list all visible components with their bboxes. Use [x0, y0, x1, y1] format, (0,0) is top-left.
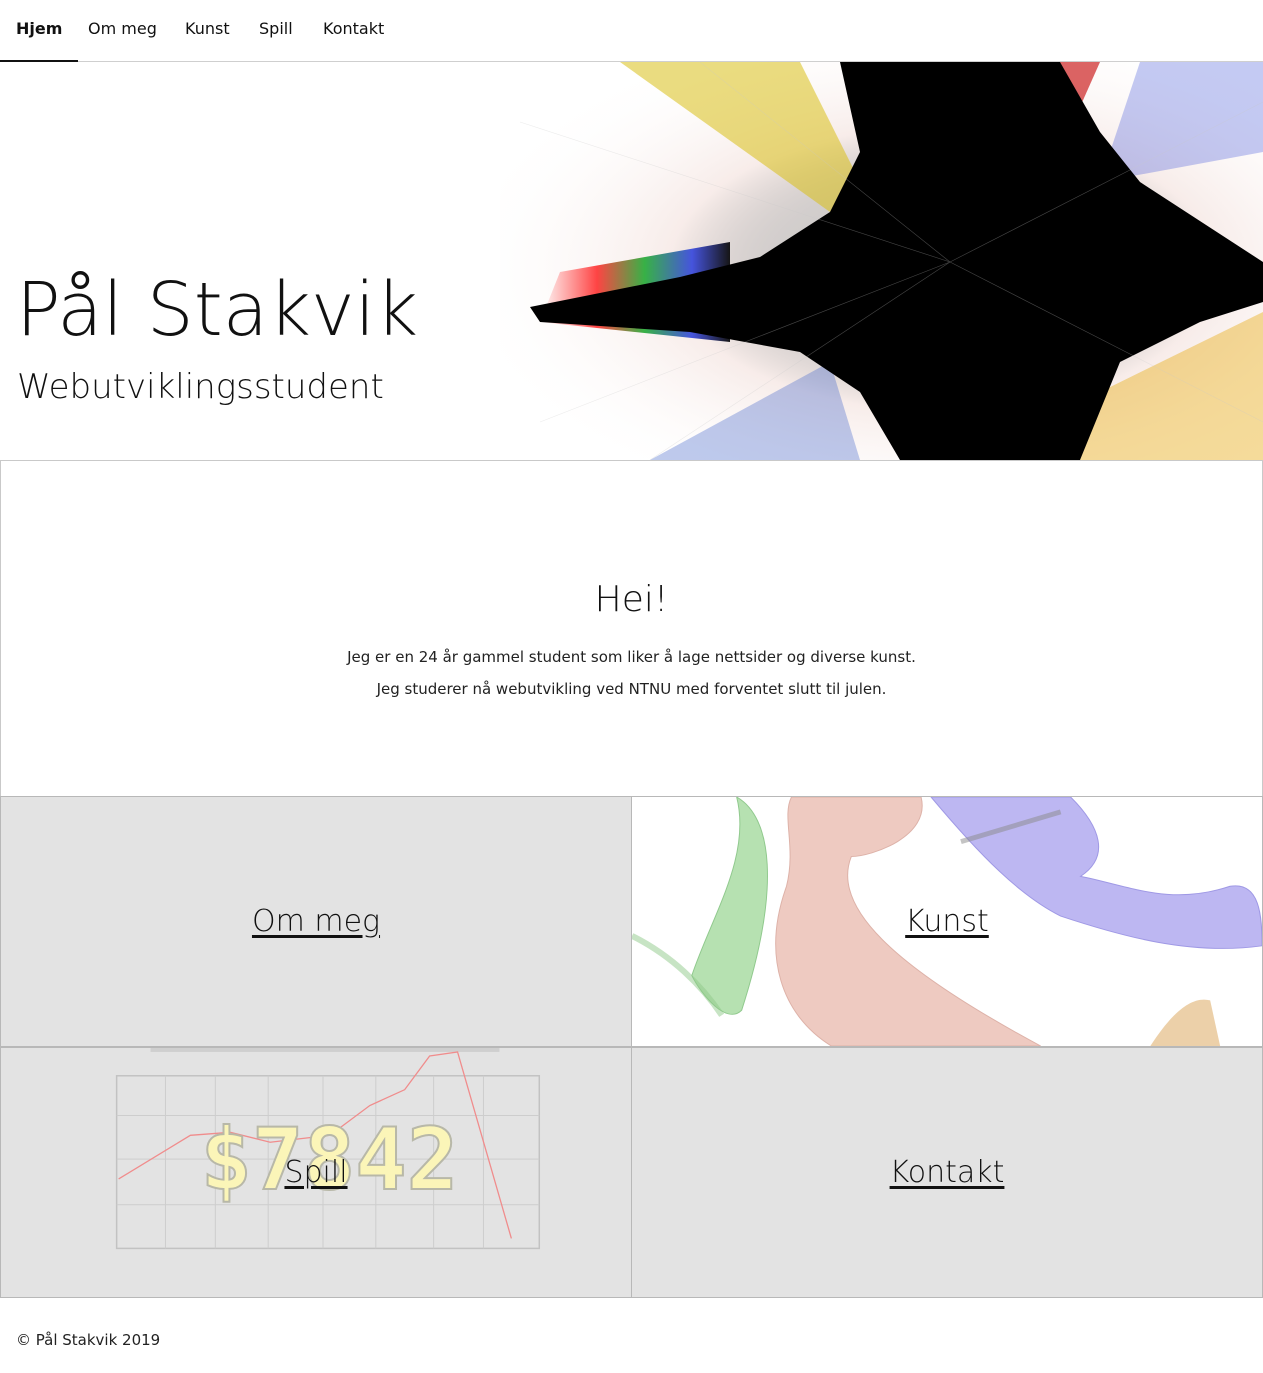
intro-section: Hei! Jeg er en 24 år gammel student som … — [0, 460, 1263, 797]
tile-kunst[interactable]: Kunst — [631, 796, 1263, 1047]
tile-kontakt-label: Kontakt — [889, 1155, 1005, 1190]
hero-subtitle: Webutviklingsstudent — [17, 367, 384, 407]
main-nav: Hjem Om meg Kunst Spill Kontakt — [0, 0, 1263, 62]
intro-heading: Hei! — [594, 579, 669, 620]
tile-spill[interactable]: $7842 Spill — [0, 1047, 632, 1298]
hero-section: Pål Stakvik Webutviklingsstudent — [0, 62, 1263, 460]
tile-om-meg[interactable]: Om meg — [0, 796, 632, 1047]
nav-item-kunst[interactable]: Kunst — [185, 0, 230, 61]
hero-abstract-art — [500, 62, 1263, 460]
tile-om-meg-label: Om meg — [251, 904, 381, 939]
intro-text-line-1: Jeg er en 24 år gammel student som liker… — [347, 648, 916, 666]
hero-title: Pål Stakvik — [16, 267, 419, 353]
intro-text-line-2: Jeg studerer nå webutvikling ved NTNU me… — [376, 680, 887, 698]
nav-item-om-meg[interactable]: Om meg — [88, 0, 157, 61]
tile-kunst-label: Kunst — [905, 904, 989, 939]
nav-item-hjem[interactable]: Hjem — [0, 0, 79, 62]
nav-item-spill[interactable]: Spill — [259, 0, 293, 61]
tile-kontakt[interactable]: Kontakt — [631, 1047, 1263, 1298]
nav-item-kontakt[interactable]: Kontakt — [323, 0, 384, 61]
tile-spill-label: Spill — [284, 1155, 348, 1190]
footer-copyright: © Pål Stakvik 2019 — [16, 1331, 161, 1349]
